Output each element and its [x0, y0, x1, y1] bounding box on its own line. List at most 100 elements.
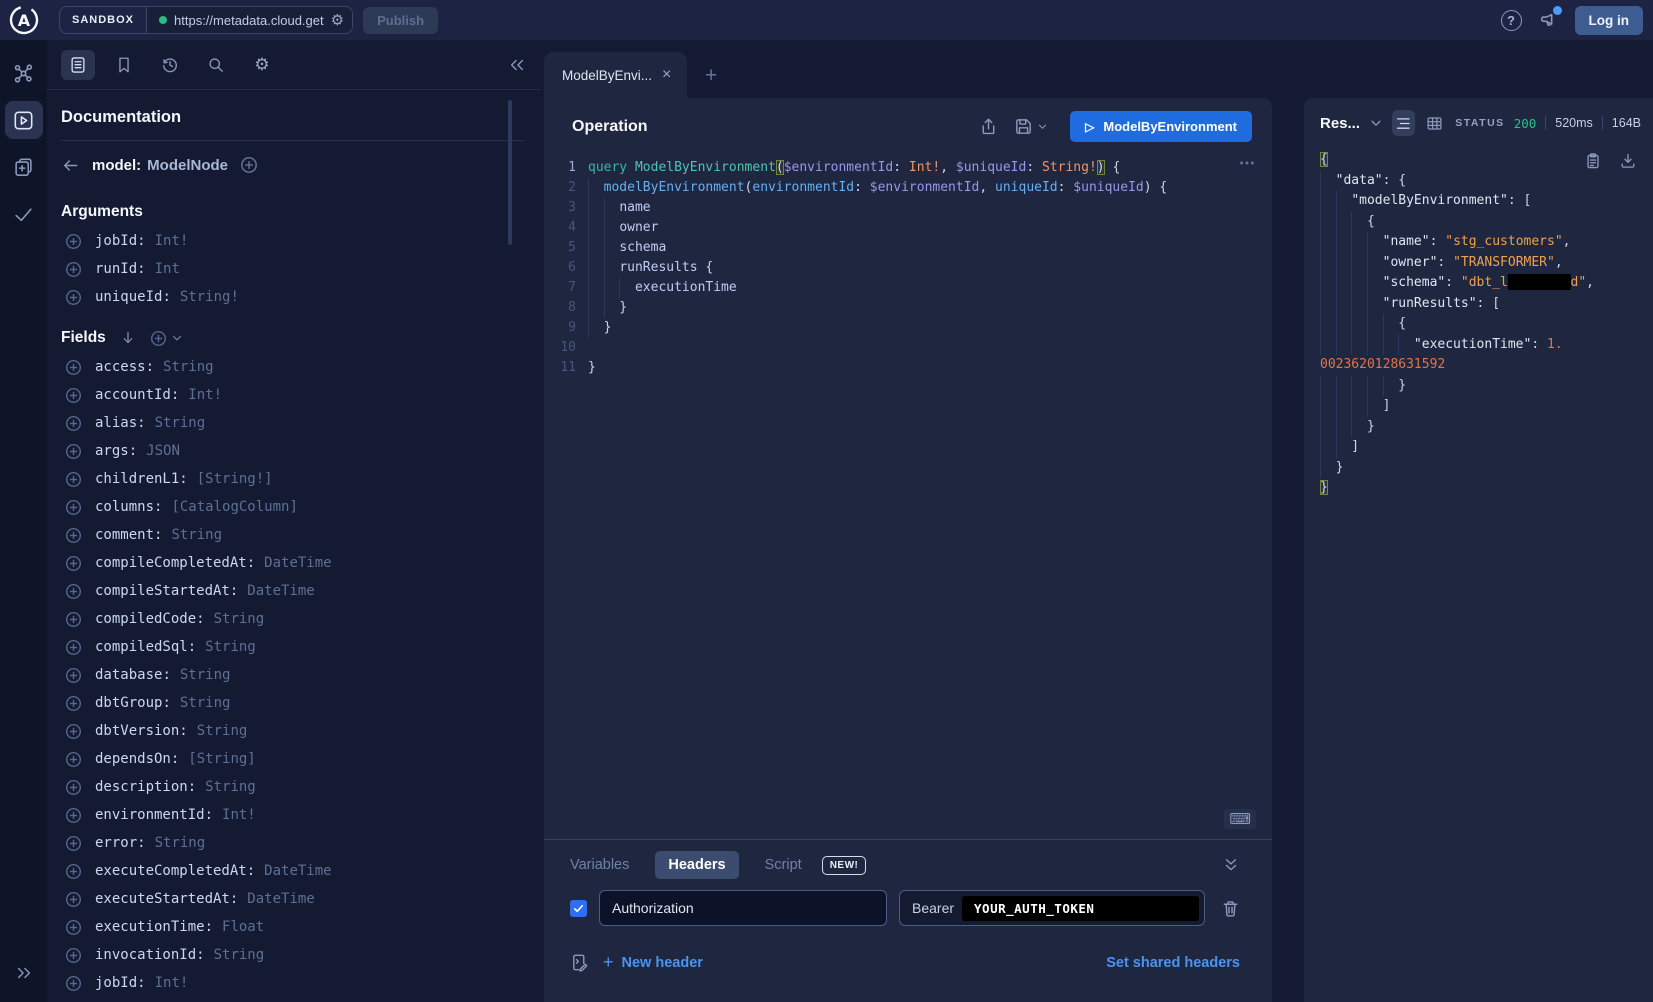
endpoint-url-input[interactable]: https://metadata.cloud.get ⚙: [146, 7, 352, 33]
code-line[interactable]: 6 runResults {: [544, 258, 1272, 278]
tab-search[interactable]: [199, 50, 233, 80]
header-enabled-checkbox[interactable]: [570, 900, 587, 917]
set-shared-headers-link[interactable]: Set shared headers: [1106, 955, 1240, 971]
collapse-docs-button[interactable]: [508, 56, 526, 74]
add-field-icon[interactable]: [65, 499, 82, 516]
add-field-icon[interactable]: [65, 919, 82, 936]
share-icon[interactable]: [979, 117, 998, 136]
header-value-field[interactable]: Bearer YOUR_AUTH_TOKEN: [899, 890, 1205, 926]
field-row[interactable]: executeStartedAt DateTime: [61, 885, 524, 913]
field-row[interactable]: compiledCode String: [61, 605, 524, 633]
add-to-query-icon[interactable]: [240, 156, 258, 174]
add-field-icon[interactable]: [65, 611, 82, 628]
copy-response-icon[interactable]: [1584, 152, 1602, 170]
query-editor[interactable]: 1 query ModelByEnvironment($environmentI…: [544, 152, 1272, 839]
add-field-icon[interactable]: [65, 261, 82, 278]
field-row[interactable]: description String: [61, 773, 524, 801]
add-field-icon[interactable]: [65, 583, 82, 600]
field-row[interactable]: dbtVersion String: [61, 717, 524, 745]
endpoint-settings-icon[interactable]: ⚙: [331, 11, 344, 29]
field-row[interactable]: dbtGroup String: [61, 689, 524, 717]
add-field-icon[interactable]: [65, 863, 82, 880]
help-icon[interactable]: ?: [1501, 10, 1522, 31]
download-response-icon[interactable]: [1619, 152, 1637, 170]
add-all-fields-icon[interactable]: [150, 330, 183, 347]
table-view-button[interactable]: [1424, 110, 1447, 136]
field-row[interactable]: environmentId Int!: [61, 801, 524, 829]
add-field-icon[interactable]: [65, 555, 82, 572]
add-field-icon[interactable]: [65, 471, 82, 488]
tab-history[interactable]: [153, 50, 187, 80]
field-row[interactable]: executeCompletedAt DateTime: [61, 857, 524, 885]
code-line[interactable]: 4 owner: [544, 218, 1272, 238]
argument-row[interactable]: jobId Int!: [61, 227, 524, 255]
field-row[interactable]: alias String: [61, 409, 524, 437]
auth-token[interactable]: YOUR_AUTH_TOKEN: [962, 896, 1199, 921]
field-row[interactable]: executionTime Float: [61, 913, 524, 941]
rail-expand-button[interactable]: [5, 954, 43, 992]
code-line[interactable]: 2 modelByEnvironment(environmentId: $env…: [544, 178, 1272, 198]
rail-item-collections[interactable]: [5, 148, 43, 186]
code-line[interactable]: 10: [544, 338, 1272, 358]
add-field-icon[interactable]: [65, 527, 82, 544]
response-dropdown-icon[interactable]: [1369, 116, 1383, 130]
add-field-icon[interactable]: [65, 667, 82, 684]
field-row[interactable]: access String: [61, 353, 524, 381]
add-field-icon[interactable]: [65, 289, 82, 306]
add-field-icon[interactable]: [65, 695, 82, 712]
add-field-icon[interactable]: [65, 443, 82, 460]
keyboard-shortcuts-icon[interactable]: ⌨: [1224, 809, 1256, 829]
more-options-icon[interactable]: [1238, 154, 1256, 172]
add-field-icon[interactable]: [65, 387, 82, 404]
delete-header-icon[interactable]: [1221, 899, 1240, 918]
field-row[interactable]: compileStartedAt DateTime: [61, 577, 524, 605]
field-row[interactable]: args JSON: [61, 437, 524, 465]
run-button[interactable]: ▷ ModelByEnvironment: [1070, 111, 1252, 142]
code-line[interactable]: 7 executionTime: [544, 278, 1272, 298]
tab-close-icon[interactable]: ×: [662, 67, 671, 83]
code-line[interactable]: 8 }: [544, 298, 1272, 318]
code-line[interactable]: 9 }: [544, 318, 1272, 338]
field-row[interactable]: error String: [61, 829, 524, 857]
publish-button[interactable]: Publish: [363, 7, 438, 34]
announcements-icon[interactable]: [1538, 10, 1559, 31]
rail-item-checklist[interactable]: [5, 195, 43, 233]
add-field-icon[interactable]: [65, 415, 82, 432]
bottom-tab[interactable]: Headers: [655, 851, 738, 879]
apollo-logo[interactable]: A: [0, 4, 47, 36]
new-header-button[interactable]: + New header: [603, 952, 703, 973]
add-field-icon[interactable]: [65, 807, 82, 824]
add-field-icon[interactable]: [65, 639, 82, 656]
formatted-view-button[interactable]: [1392, 110, 1415, 136]
new-tab-button[interactable]: +: [705, 64, 717, 88]
argument-row[interactable]: uniqueId String!: [61, 283, 524, 311]
docs-scrollbar[interactable]: [508, 100, 512, 245]
argument-row[interactable]: runId Int: [61, 255, 524, 283]
tab-settings[interactable]: ⚙: [245, 50, 279, 80]
field-row[interactable]: compileCompletedAt DateTime: [61, 549, 524, 577]
back-icon[interactable]: [61, 156, 80, 175]
model-type-link[interactable]: ModelNode: [147, 157, 228, 174]
field-row[interactable]: jobId Int!: [61, 969, 524, 997]
code-line[interactable]: 1 query ModelByEnvironment($environmentI…: [544, 158, 1272, 178]
add-field-icon[interactable]: [65, 835, 82, 852]
rail-item-schema[interactable]: [5, 54, 43, 92]
add-field-icon[interactable]: [65, 891, 82, 908]
collapse-section-icon[interactable]: [1222, 856, 1240, 874]
bottom-tab[interactable]: Variables: [570, 851, 629, 879]
header-name-input[interactable]: [599, 890, 887, 926]
add-field-icon[interactable]: [65, 751, 82, 768]
field-row[interactable]: comment String: [61, 521, 524, 549]
add-field-icon[interactable]: [65, 233, 82, 250]
add-field-icon[interactable]: [65, 723, 82, 740]
field-row[interactable]: database String: [61, 661, 524, 689]
environment-edit-icon[interactable]: [570, 953, 589, 972]
field-row[interactable]: accountId Int!: [61, 381, 524, 409]
field-row[interactable]: dependsOn [String]: [61, 745, 524, 773]
add-field-icon[interactable]: [65, 975, 82, 992]
rail-item-explorer[interactable]: [5, 101, 43, 139]
field-row[interactable]: columns [CatalogColumn]: [61, 493, 524, 521]
endpoint-url[interactable]: https://metadata.cloud.get: [174, 13, 324, 28]
add-field-icon[interactable]: [65, 947, 82, 964]
save-button[interactable]: [1014, 117, 1048, 136]
